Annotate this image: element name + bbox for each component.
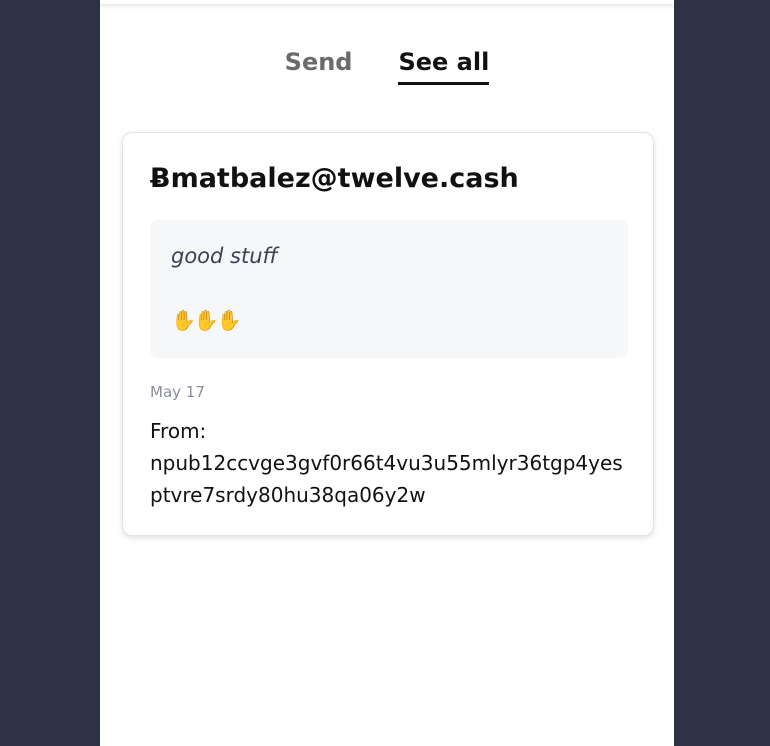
raised-hand-emoji: ✋✋✋ [171, 308, 242, 332]
payment-date: May 17 [150, 383, 205, 401]
sender-info: From: npub12ccvge3gvf0r66t4vu3u55mlyr36t… [150, 415, 630, 511]
tab-send[interactable]: Send [285, 44, 353, 85]
from-label: From: [150, 419, 207, 443]
payment-card: Ƀmatbalez@twelve.cash good stuff ✋✋✋ May… [122, 132, 654, 536]
from-value: npub12ccvge3gvf0r66t4vu3u55mlyr36tgp4yes… [150, 451, 623, 507]
tab-see-all[interactable]: See all [398, 44, 490, 85]
tab-bar: Send See all [100, 44, 674, 85]
main-panel: Send See all Ƀmatbalez@twelve.cash good … [100, 0, 674, 746]
message-box: good stuff ✋✋✋ [150, 220, 628, 358]
card-title: Ƀmatbalez@twelve.cash [150, 163, 519, 194]
message-text: good stuff [171, 244, 278, 268]
header-divider [100, 0, 674, 4]
